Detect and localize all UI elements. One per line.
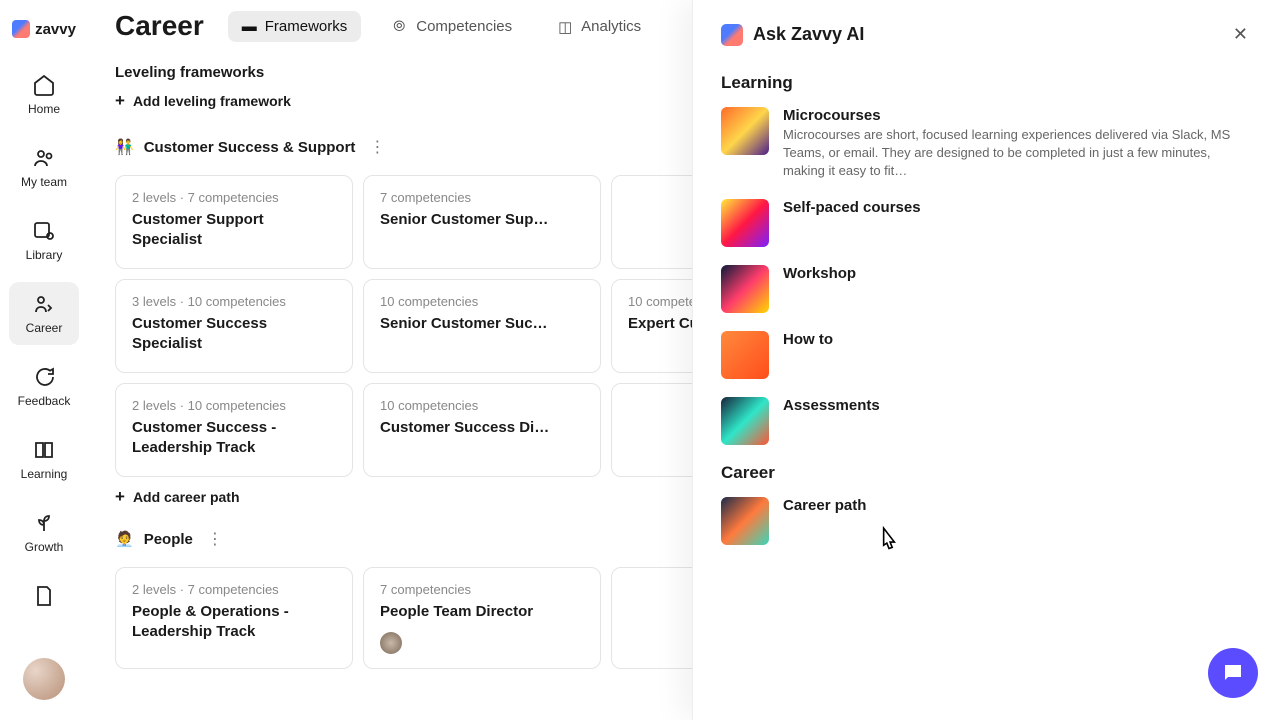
role-card[interactable]: 3 levels · 10 competenciesCustomer Succe… [115,279,353,373]
nav-label: Career [26,321,63,335]
chat-button[interactable] [1208,648,1258,698]
career-icon [32,292,56,316]
tab-label: Analytics [581,18,641,35]
tab-label: Frameworks [265,18,348,35]
nav-learning[interactable]: Learning [9,428,79,491]
member-avatar [380,632,402,654]
option-thumb-icon [721,331,769,379]
track-name: People [144,531,193,548]
analytics-icon: ◫ [558,18,574,34]
plus-icon: + [115,91,125,111]
add-path-label: Add career path [133,489,240,505]
page-title: Career [115,10,204,42]
brand-name: zavvy [35,21,76,38]
option-desc: Microcourses are short, focused learning… [783,126,1252,181]
option-thumb-icon [721,199,769,247]
nav-more[interactable] [9,574,79,618]
option-title: Microcourses [783,107,1252,124]
ai-option-microcourses[interactable]: Microcourses Microcourses are short, foc… [721,107,1252,181]
nav-label: Library [26,248,63,262]
sidebar: zavvy Home My team Library Career Feedba… [0,0,88,720]
option-title: Assessments [783,397,1252,414]
nav-label: Feedback [18,394,71,408]
option-title: Self-paced courses [783,199,1252,216]
nav-home[interactable]: Home [9,63,79,126]
learning-icon [32,438,56,462]
option-title: Career path [783,497,1252,514]
track-emoji: 👫 [115,138,134,156]
ai-option-workshop[interactable]: Workshop [721,265,1252,313]
option-title: Workshop [783,265,1252,282]
option-thumb-icon [721,265,769,313]
option-thumb-icon [721,107,769,155]
nav-label: Home [28,102,60,116]
panel-section-title: Career [721,463,1252,483]
role-card[interactable]: 2 levels · 10 competenciesCustomer Succe… [115,383,353,477]
ai-option-selfpaced[interactable]: Self-paced courses [721,199,1252,247]
more-icon[interactable]: ⋮ [365,133,389,161]
home-icon [32,73,56,97]
plus-icon: + [115,487,125,507]
nav-label: My team [21,175,67,189]
option-thumb-icon [721,397,769,445]
document-icon [32,584,56,608]
role-card[interactable]: 7 competenciesPeople Team Director [363,567,601,669]
track-emoji: 🧑‍💼 [115,530,134,548]
tab-frameworks[interactable]: ▬ Frameworks [228,11,362,42]
zavvy-ai-icon [721,24,743,46]
team-icon [32,146,56,170]
option-title: How to [783,331,1252,348]
panel-title: Ask Zavvy AI [753,24,864,45]
role-card[interactable]: 2 levels · 7 competenciesPeople & Operat… [115,567,353,669]
brand-logo[interactable]: zavvy [12,20,76,38]
tab-competencies[interactable]: ⦾ Competencies [379,11,526,42]
option-thumb-icon [721,497,769,545]
ai-option-assessments[interactable]: Assessments [721,397,1252,445]
nav-growth[interactable]: Growth [9,501,79,564]
panel-section-title: Learning [721,73,1252,93]
role-card[interactable]: 2 levels · 7 competenciesCustomer Suppor… [115,175,353,269]
panel-header: Ask Zavvy AI ✕ [721,20,1252,49]
nav-library[interactable]: Library [9,209,79,272]
tab-label: Competencies [416,18,512,35]
frameworks-icon: ▬ [242,18,258,34]
close-icon[interactable]: ✕ [1229,20,1252,49]
track-name: Customer Success & Support [144,139,356,156]
add-label: Add leveling framework [133,93,291,109]
tab-analytics[interactable]: ◫ Analytics [544,11,655,42]
role-card[interactable]: 10 competenciesSenior Customer Suc… [363,279,601,373]
role-card[interactable]: 7 competenciesSenior Customer Sup… [363,175,601,269]
library-icon [32,219,56,243]
role-card[interactable]: 10 competenciesCustomer Success Di… [363,383,601,477]
user-avatar[interactable] [23,658,65,700]
more-icon[interactable]: ⋮ [203,525,227,553]
ai-option-careerpath[interactable]: Career path [721,497,1252,545]
logo-icon [12,20,30,38]
feedback-icon [32,365,56,389]
nav-feedback[interactable]: Feedback [9,355,79,418]
competencies-icon: ⦾ [393,18,409,34]
nav-career[interactable]: Career [9,282,79,345]
nav-myteam[interactable]: My team [9,136,79,199]
chat-icon [1221,661,1245,685]
nav-label: Growth [25,540,64,554]
growth-icon [32,511,56,535]
nav-label: Learning [21,467,68,481]
ai-panel: Ask Zavvy AI ✕ Learning Microcourses Mic… [692,0,1280,720]
ai-option-howto[interactable]: How to [721,331,1252,379]
